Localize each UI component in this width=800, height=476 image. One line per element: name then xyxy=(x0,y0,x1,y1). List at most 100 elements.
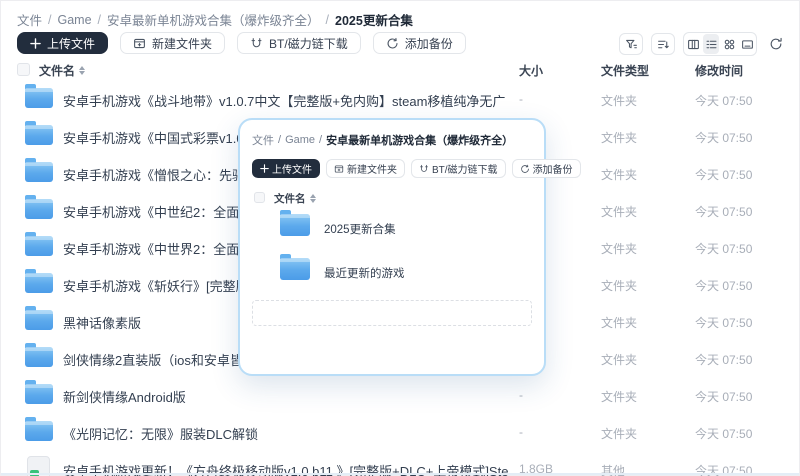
popup-breadcrumb-item[interactable]: 文件 xyxy=(252,132,274,148)
file-size: - xyxy=(519,388,523,402)
refresh-icon xyxy=(770,37,782,50)
folder-icon xyxy=(25,195,53,219)
popup-breadcrumb-separator: / xyxy=(278,134,282,146)
column-header-type[interactable]: 文件类型 xyxy=(601,62,649,79)
file-modified: 今天 07:50 xyxy=(695,353,753,367)
popup-new-folder-button[interactable]: 新建文件夹 xyxy=(326,159,405,178)
file-modified: 今天 07:50 xyxy=(695,279,753,293)
folder-preview-popup: 文件 / Game / 安卓最新单机游戏合集（爆炸级齐全） 上传文件 新建文件夹… xyxy=(238,118,581,376)
file-modified: 今天 07:50 xyxy=(695,242,753,256)
popup-empty-dropzone[interactable] xyxy=(252,300,532,326)
card-view-icon xyxy=(741,39,753,49)
file-type: 文件夹 xyxy=(601,131,638,145)
file-name[interactable]: 安卓手机游戏《战斗地带》v1.0.7中文【完整版+免内购】steam移植纯净无广 xyxy=(63,91,505,110)
new-folder-label: 新建文件夹 xyxy=(152,36,213,51)
popup-upload-file-button[interactable]: 上传文件 xyxy=(252,159,320,178)
new-folder-button[interactable]: 新建文件夹 xyxy=(120,32,226,54)
popup-breadcrumb: 文件 / Game / 安卓最新单机游戏合集（爆炸级齐全） xyxy=(252,132,532,148)
folder-icon xyxy=(280,210,310,236)
folder-icon xyxy=(25,269,53,293)
popup-bt-magnet-download-button[interactable]: BT/磁力链下载 xyxy=(411,159,506,178)
folder-icon xyxy=(25,380,53,404)
plus-icon xyxy=(30,37,41,49)
file-type: 文件夹 xyxy=(601,427,638,441)
popup-file-name[interactable]: 2025更新合集 xyxy=(324,221,396,237)
backup-circle-icon xyxy=(520,164,529,173)
popup-breadcrumb-item[interactable]: Game xyxy=(285,134,315,146)
filter-icon xyxy=(625,39,637,48)
upload-file-label: 上传文件 xyxy=(47,36,96,51)
column-header-size[interactable]: 大小 xyxy=(519,62,543,79)
file-name[interactable]: 《光阴记忆：无限》服装DLC解锁 xyxy=(63,424,258,443)
folder-icon xyxy=(280,254,310,280)
sort-icon xyxy=(657,40,669,48)
grid-view-icon xyxy=(724,39,734,49)
file-modified: 今天 07:50 xyxy=(695,205,753,219)
popup-table-row[interactable]: 2025更新合集 xyxy=(252,205,532,249)
table-row[interactable]: 新剑侠情缘Android版 - 文件夹 今天 07:50 xyxy=(1,376,799,413)
file-name[interactable]: 新剑侠情缘Android版 xyxy=(63,387,186,406)
breadcrumb-separator: / xyxy=(48,12,52,27)
popup-upload-file-label: 上传文件 xyxy=(272,165,312,176)
file-name[interactable]: 黑神话像素版 xyxy=(63,313,141,332)
popup-table-header: 文件名 xyxy=(252,191,532,205)
file-modified: 今天 07:50 xyxy=(695,390,753,404)
column-header-name[interactable]: 文件名 xyxy=(39,62,86,79)
file-type: 文件夹 xyxy=(601,279,638,293)
bt-magnet-download-button[interactable]: BT/磁力链下载 xyxy=(237,32,361,54)
file-type: 文件夹 xyxy=(601,205,638,219)
view-mode-group xyxy=(683,32,757,56)
add-backup-button[interactable]: 添加备份 xyxy=(372,32,466,54)
new-folder-icon xyxy=(134,38,145,48)
list-view-icon xyxy=(706,40,716,48)
column-view-icon xyxy=(687,39,699,49)
popup-add-backup-label: 添加备份 xyxy=(532,165,573,176)
view-toolbar xyxy=(619,32,787,56)
file-size: - xyxy=(519,92,523,106)
plus-icon xyxy=(260,164,269,173)
popup-column-header-name[interactable]: 文件名 xyxy=(274,191,316,206)
breadcrumb-separator: / xyxy=(325,12,330,27)
column-view-button[interactable] xyxy=(684,33,702,55)
breadcrumb-current: 2025更新合集 xyxy=(335,14,413,28)
column-header-modified[interactable]: 修改时间 xyxy=(695,62,743,79)
popup-file-name[interactable]: 最近更新的游戏 xyxy=(324,265,405,281)
grid-view-button[interactable] xyxy=(720,33,738,55)
sort-button[interactable] xyxy=(651,33,675,55)
file-type: 文件夹 xyxy=(601,168,638,182)
magnet-icon xyxy=(251,37,262,47)
list-view-button[interactable] xyxy=(703,34,719,54)
table-row[interactable]: 安卓手机游戏《战斗地带》v1.0.7中文【完整版+免内购】steam移植纯净无广… xyxy=(1,80,799,117)
toolbar: 上传文件 新建文件夹 BT/磁力链下载 添加备份 xyxy=(17,32,466,54)
filter-button[interactable] xyxy=(619,33,643,55)
folder-icon xyxy=(25,417,53,441)
sort-arrows-icon xyxy=(309,194,316,203)
breadcrumb-item[interactable]: 文件 xyxy=(17,10,42,29)
file-modified: 今天 07:50 xyxy=(695,94,753,108)
column-header-name-label: 文件名 xyxy=(39,64,76,78)
popup-toolbar: 上传文件 新建文件夹 BT/磁力链下载 添加备份 xyxy=(252,159,581,178)
popup-new-folder-label: 新建文件夹 xyxy=(347,165,397,176)
popup-add-backup-button[interactable]: 添加备份 xyxy=(511,159,581,178)
popup-breadcrumb-separator: / xyxy=(319,134,323,146)
breadcrumb-separator: / xyxy=(97,12,102,27)
folder-icon xyxy=(25,158,53,182)
refresh-button[interactable] xyxy=(765,33,787,55)
table-header: 文件名 大小 文件类型 修改时间 xyxy=(1,61,799,80)
file-size: - xyxy=(519,425,523,439)
folder-icon xyxy=(25,343,53,367)
select-all-checkbox[interactable] xyxy=(17,63,30,76)
breadcrumb-item[interactable]: 安卓最新单机游戏合集（爆炸级齐全） xyxy=(107,10,320,29)
file-modified: 今天 07:50 xyxy=(695,131,753,145)
breadcrumb: 文件 / Game / 安卓最新单机游戏合集（爆炸级齐全） / 2025更新合集 xyxy=(17,10,413,29)
popup-select-all-checkbox[interactable] xyxy=(254,192,265,203)
breadcrumb-item[interactable]: Game xyxy=(58,13,92,27)
table-row[interactable]: 《光阴记忆：无限》服装DLC解锁 - 文件夹 今天 07:50 xyxy=(1,413,799,450)
file-type: 文件夹 xyxy=(601,390,638,404)
file-modified: 今天 07:50 xyxy=(695,316,753,330)
magnet-icon xyxy=(420,164,428,172)
popup-table-row[interactable]: 最近更新的游戏 xyxy=(252,249,532,293)
upload-file-button[interactable]: 上传文件 xyxy=(17,32,109,54)
popup-breadcrumb-current: 安卓最新单机游戏合集（爆炸级齐全） xyxy=(326,135,514,147)
card-view-button[interactable] xyxy=(738,33,756,55)
